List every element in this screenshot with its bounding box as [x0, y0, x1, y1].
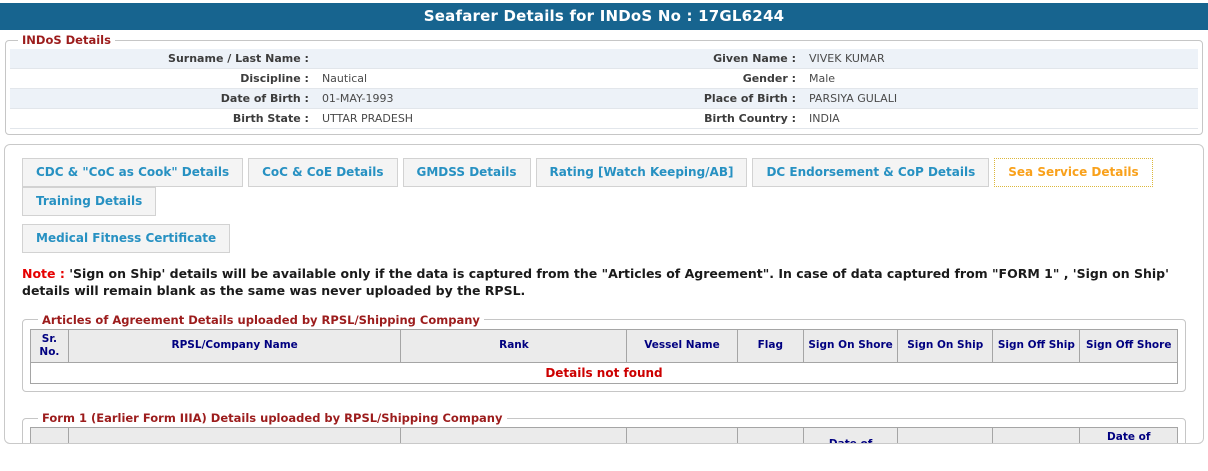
column-header: RPSL/Company Name	[67, 328, 402, 364]
tab-sea-service-details[interactable]: Sea Service Details	[994, 158, 1153, 187]
detail-value	[312, 49, 604, 69]
detail-value: PARSIYA GULALI	[800, 88, 1198, 109]
column-header: Date of Commencement of Contract	[803, 427, 899, 443]
detail-label: Discipline :	[10, 68, 313, 89]
tab-coc-coe-details[interactable]: CoC & CoE Details	[248, 158, 398, 187]
empty-message: Details not found	[30, 362, 1178, 384]
form1-legend: Form 1 (Earlier Form IIIA) Details uploa…	[42, 411, 503, 425]
detail-row: Surname / Last Name : Given Name : VIVEK K…	[10, 49, 1198, 69]
tab-content-panel: CDC & "CoC as Cook" Details CoC & CoE Det…	[4, 144, 1204, 444]
detail-value: Nautical	[312, 68, 604, 89]
column-header: Sign On Ship	[897, 427, 994, 443]
column-header: Sign Off Shore	[1079, 328, 1178, 364]
table-header-row: Sr. No.RPSL/Company NameRankVessel NameF…	[30, 328, 1178, 364]
detail-label: Gender :	[603, 68, 800, 89]
column-header: Sign On Shore	[803, 328, 899, 364]
note-text: 'Sign on Ship' details will be available…	[22, 266, 1169, 298]
column-header: Sr. No.	[30, 427, 69, 443]
detail-value: VIVEK KUMAR	[800, 49, 1198, 69]
tab-cdc-coc-as-cook-details[interactable]: CDC & "CoC as Cook" Details	[22, 158, 244, 187]
tabs-row-2: Medical Fitness Certificate	[22, 224, 1186, 253]
column-header: RPSL/Company Name	[67, 427, 402, 443]
form1-fieldset: Form 1 (Earlier Form IIIA) Details uploa…	[22, 411, 1186, 443]
column-header: Vessel Name	[626, 427, 738, 443]
table-row-empty: Details not found	[30, 362, 1178, 384]
tab-dc-endorsement-cop-details[interactable]: DC Endorsement & CoP Details	[752, 158, 990, 187]
note-prefix: Note :	[22, 266, 65, 281]
column-header: Sign On Ship	[897, 328, 994, 364]
articles-of-agreement-fieldset: Articles of Agreement Details uploaded b…	[22, 312, 1186, 392]
tabs-row-1: CDC & "CoC as Cook" Details CoC & CoE Det…	[22, 158, 1186, 216]
detail-label: Birth Country :	[603, 108, 800, 129]
detail-row: Discipline : Nautical Gender : Male	[10, 68, 1198, 89]
articles-of-agreement-table: Sr. No. RPSL/Company Name Rank Vessel Name F…	[30, 328, 1178, 384]
column-header: Flag	[736, 427, 805, 443]
column-header: Rank	[400, 427, 628, 443]
detail-label: Surname / Last Name :	[10, 49, 313, 69]
tab-training-details[interactable]: Training Details	[22, 187, 157, 216]
sign-on-ship-note: Note : 'Sign on Ship' details will be av…	[22, 266, 1186, 300]
column-header: Sign Off Ship	[992, 328, 1081, 364]
column-header: Rank	[400, 328, 628, 364]
page-title: Seafarer Details for INDoS No : 17GL6244	[0, 3, 1208, 30]
indos-details-legend: INDoS Details	[22, 33, 111, 47]
column-header: Flag	[736, 328, 805, 364]
detail-value: Male	[800, 68, 1198, 89]
detail-label: Birth State :	[10, 108, 313, 129]
indos-details-fieldset: INDoS Details Surname / Last Name : Given…	[5, 33, 1203, 135]
table-header-row: Sr. No.RPSL/Company NameRankVessel NameF…	[30, 427, 1178, 443]
detail-row: Date of Birth :01-MAY-1993 Place of Birth…	[10, 88, 1198, 109]
tab-medical-fitness-certificate[interactable]: Medical Fitness Certificate	[22, 224, 231, 253]
detail-label: Place of Birth :	[603, 88, 800, 109]
form1-table: Sr. No.RPSL/Company NameRankVessel NameF…	[30, 427, 1178, 443]
detail-value: UTTAR PRADESH	[312, 108, 604, 129]
column-header: Sign Off Ship	[992, 427, 1081, 443]
detail-row: Birth State : UTTAR PRADESH Birth Country …	[10, 108, 1198, 129]
column-header: Date of Completion of Contract/Arriving …	[1079, 427, 1178, 443]
column-header: Vessel Name	[626, 328, 738, 364]
detail-label: Date of Birth :	[10, 88, 313, 109]
detail-value: 01-MAY-1993	[312, 88, 604, 109]
detail-label: Given Name :	[603, 49, 800, 69]
detail-value: INDIA	[800, 108, 1198, 129]
indos-details-table: Surname / Last Name : Given Name : VIVEK K…	[10, 49, 1198, 129]
column-header: Sr. No.	[30, 328, 69, 364]
tab-rating-watch-keeping-ab[interactable]: Rating [Watch Keeping/AB]	[535, 158, 748, 187]
tab-gmdss-details[interactable]: GMDSS Details	[402, 158, 531, 187]
articles-of-agreement-legend: Articles of Agreement Details uploaded b…	[42, 312, 480, 327]
